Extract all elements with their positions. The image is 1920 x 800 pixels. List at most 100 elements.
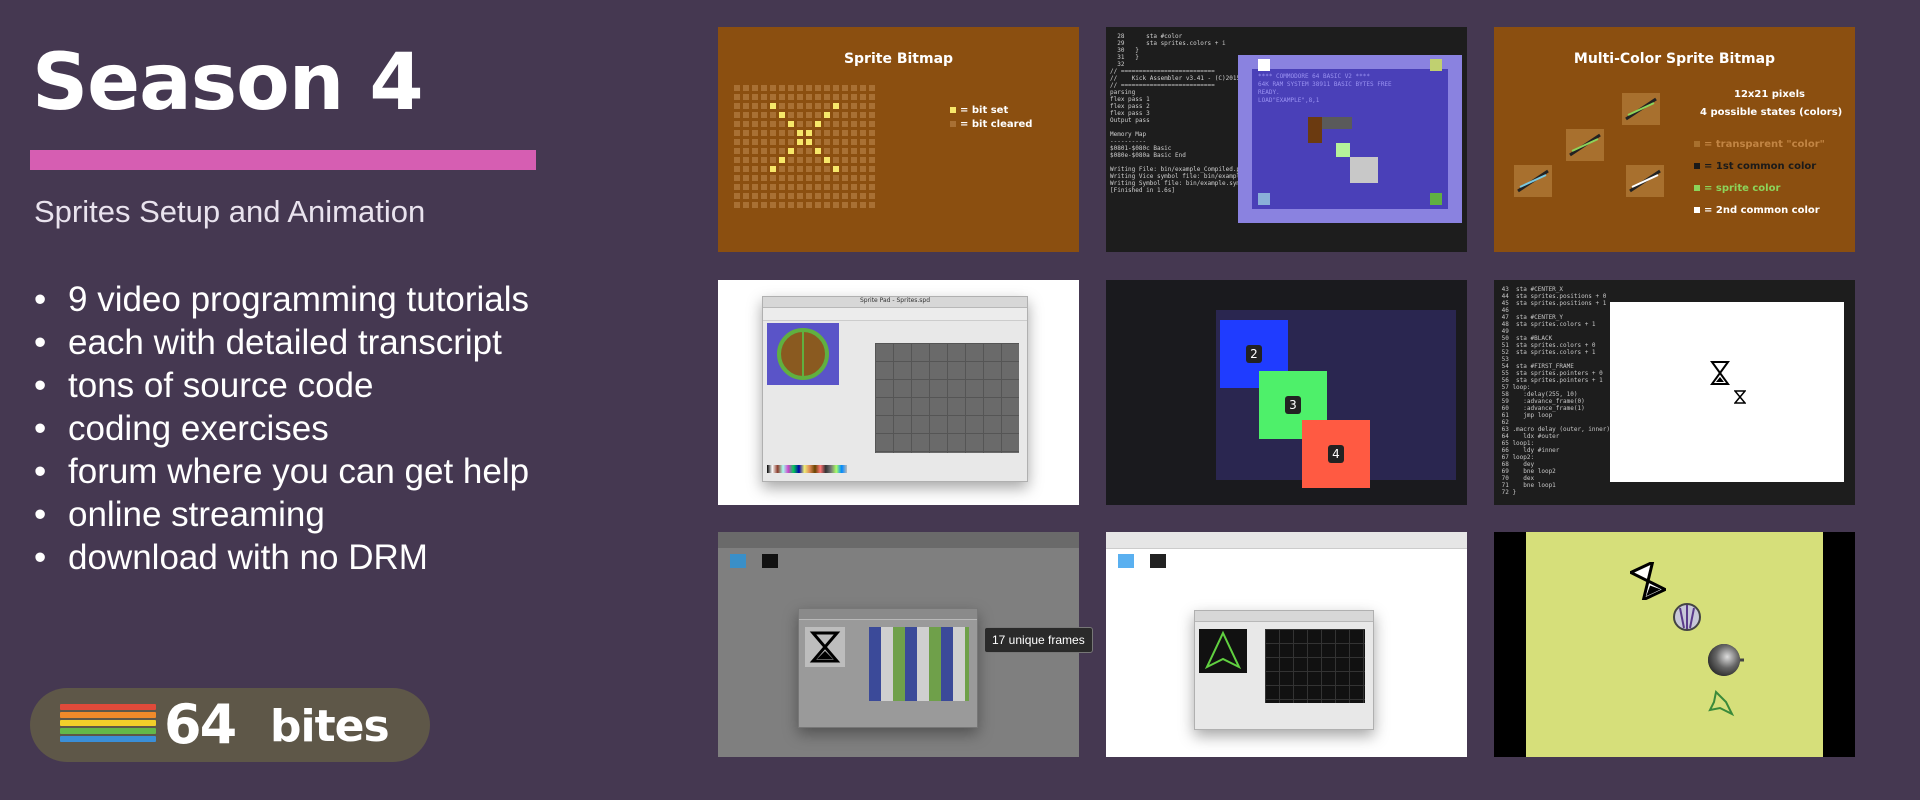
bit-cell: [860, 103, 866, 109]
bit-cell: [761, 193, 767, 199]
sprite-block-4: 4: [1302, 420, 1370, 488]
bit-cell: [869, 94, 875, 100]
bit-cell: [770, 202, 776, 208]
bit-cell: [806, 184, 812, 190]
bit-cell: [851, 112, 857, 118]
bit-cell: [860, 184, 866, 190]
bit-cell: [788, 175, 794, 181]
brand-word: bites: [270, 701, 390, 752]
bit-cell: [788, 121, 794, 127]
bit-cell: [815, 166, 821, 172]
bit-cell: [833, 94, 839, 100]
thumb-finder-sprite-pad[interactable]: [1106, 532, 1467, 757]
bit-cell: [743, 166, 749, 172]
bit-cell: [851, 166, 857, 172]
sprite-pad-window: [1194, 610, 1374, 730]
bit-cell: [770, 193, 776, 199]
bit-cell: [788, 193, 794, 199]
bit-cell: [743, 112, 749, 118]
bit-cell: [842, 130, 848, 136]
bit-cell: [860, 166, 866, 172]
bit-cell: [770, 166, 776, 172]
bit-cell: [743, 139, 749, 145]
legend-transparent: = transparent "color": [1694, 139, 1825, 150]
bit-cell: [833, 193, 839, 199]
rainbow-stripes-icon: [60, 704, 156, 750]
thumb-title: Sprite Bitmap: [843, 51, 954, 67]
bit-cell: [770, 130, 776, 136]
bit-cell: [788, 139, 794, 145]
bit-cell: [797, 103, 803, 109]
brand-logo[interactable]: 64 bites: [30, 688, 430, 762]
bit-cell: [842, 85, 848, 91]
bit-cell: [797, 121, 803, 127]
size-text: 12x21 pixels: [1734, 89, 1805, 100]
bit-cell: [842, 193, 848, 199]
bit-cell: [815, 121, 821, 127]
bit-cell: [743, 94, 749, 100]
color-palette[interactable]: [767, 465, 847, 473]
bit-cell: [824, 148, 830, 154]
thumb-sprite-bitmap[interactable]: Sprite Bitmap = bit set = bit cleared: [718, 27, 1079, 252]
bit-cell: [734, 175, 740, 181]
bit-cell: [788, 157, 794, 163]
sprite-pad-window: [798, 608, 978, 728]
bit-cell: [752, 112, 758, 118]
thumb-sprite-pad[interactable]: Sprite Pad - Sprites.spd: [718, 280, 1079, 505]
bit-cell: [752, 121, 758, 127]
bit-cell: [869, 139, 875, 145]
multicolor-sprite: [1514, 165, 1552, 197]
sprite-pad-window: Sprite Pad - Sprites.spd: [762, 296, 1028, 482]
thumb-hourglass-code[interactable]: 43 sta #CENTER_X 44 sta sprites.position…: [1494, 280, 1855, 505]
bit-cell: [770, 103, 776, 109]
bit-cell: [734, 202, 740, 208]
bit-cell: [779, 139, 785, 145]
bit-cell: [815, 184, 821, 190]
corner-sprite-icon: [1258, 59, 1270, 71]
bit-cell: [824, 121, 830, 127]
bit-cell: [806, 166, 812, 172]
bit-cell: [797, 130, 803, 136]
bit-cell: [860, 130, 866, 136]
bit-cell: [869, 103, 875, 109]
bit-cell: [779, 166, 785, 172]
bit-cell: [770, 121, 776, 127]
bit-cell: [761, 130, 767, 136]
bit-cell: [797, 166, 803, 172]
bit-cell: [815, 85, 821, 91]
bit-cell: [734, 94, 740, 100]
bit-cell: [824, 202, 830, 208]
bit-cell: [815, 175, 821, 181]
bit-cell: [824, 103, 830, 109]
thumb-multicolor[interactable]: Multi-Color Sprite Bitmap 12x21 pixels 4…: [1494, 27, 1855, 252]
bit-cell: [851, 193, 857, 199]
left-panel: Season 4 Sprites Setup and Animation • 9 …: [0, 0, 660, 800]
thumb-c64-screen[interactable]: 28 sta #color 29 sta sprites.colors + i …: [1106, 27, 1467, 252]
bit-cell: [743, 193, 749, 199]
bit-cell: [851, 85, 857, 91]
bit-cell: [752, 130, 758, 136]
bit-cell: [761, 94, 767, 100]
bit-cell: [797, 148, 803, 154]
thumb-sprite-overlap[interactable]: 2 3 4: [1106, 280, 1467, 505]
bit-cell: [851, 139, 857, 145]
brand-number: 64: [164, 693, 237, 756]
bit-cell: [815, 148, 821, 154]
bit-cell: [761, 184, 767, 190]
bit-cell: [824, 193, 830, 199]
bit-cell: [860, 85, 866, 91]
bit-cell: [743, 148, 749, 154]
bit-cell: [833, 112, 839, 118]
bit-cell: [842, 184, 848, 190]
bit-cell: [797, 85, 803, 91]
bit-cell: [833, 175, 839, 181]
bit-cell: [842, 175, 848, 181]
thumb-animated-sprites[interactable]: [1494, 532, 1855, 757]
bit-cell: [770, 139, 776, 145]
bit-cell: [743, 175, 749, 181]
sprite-frames-grid: [875, 343, 1019, 453]
bit-cell: [851, 94, 857, 100]
bit-cell: [869, 175, 875, 181]
bit-cell: [743, 103, 749, 109]
title-underline: [30, 150, 536, 170]
